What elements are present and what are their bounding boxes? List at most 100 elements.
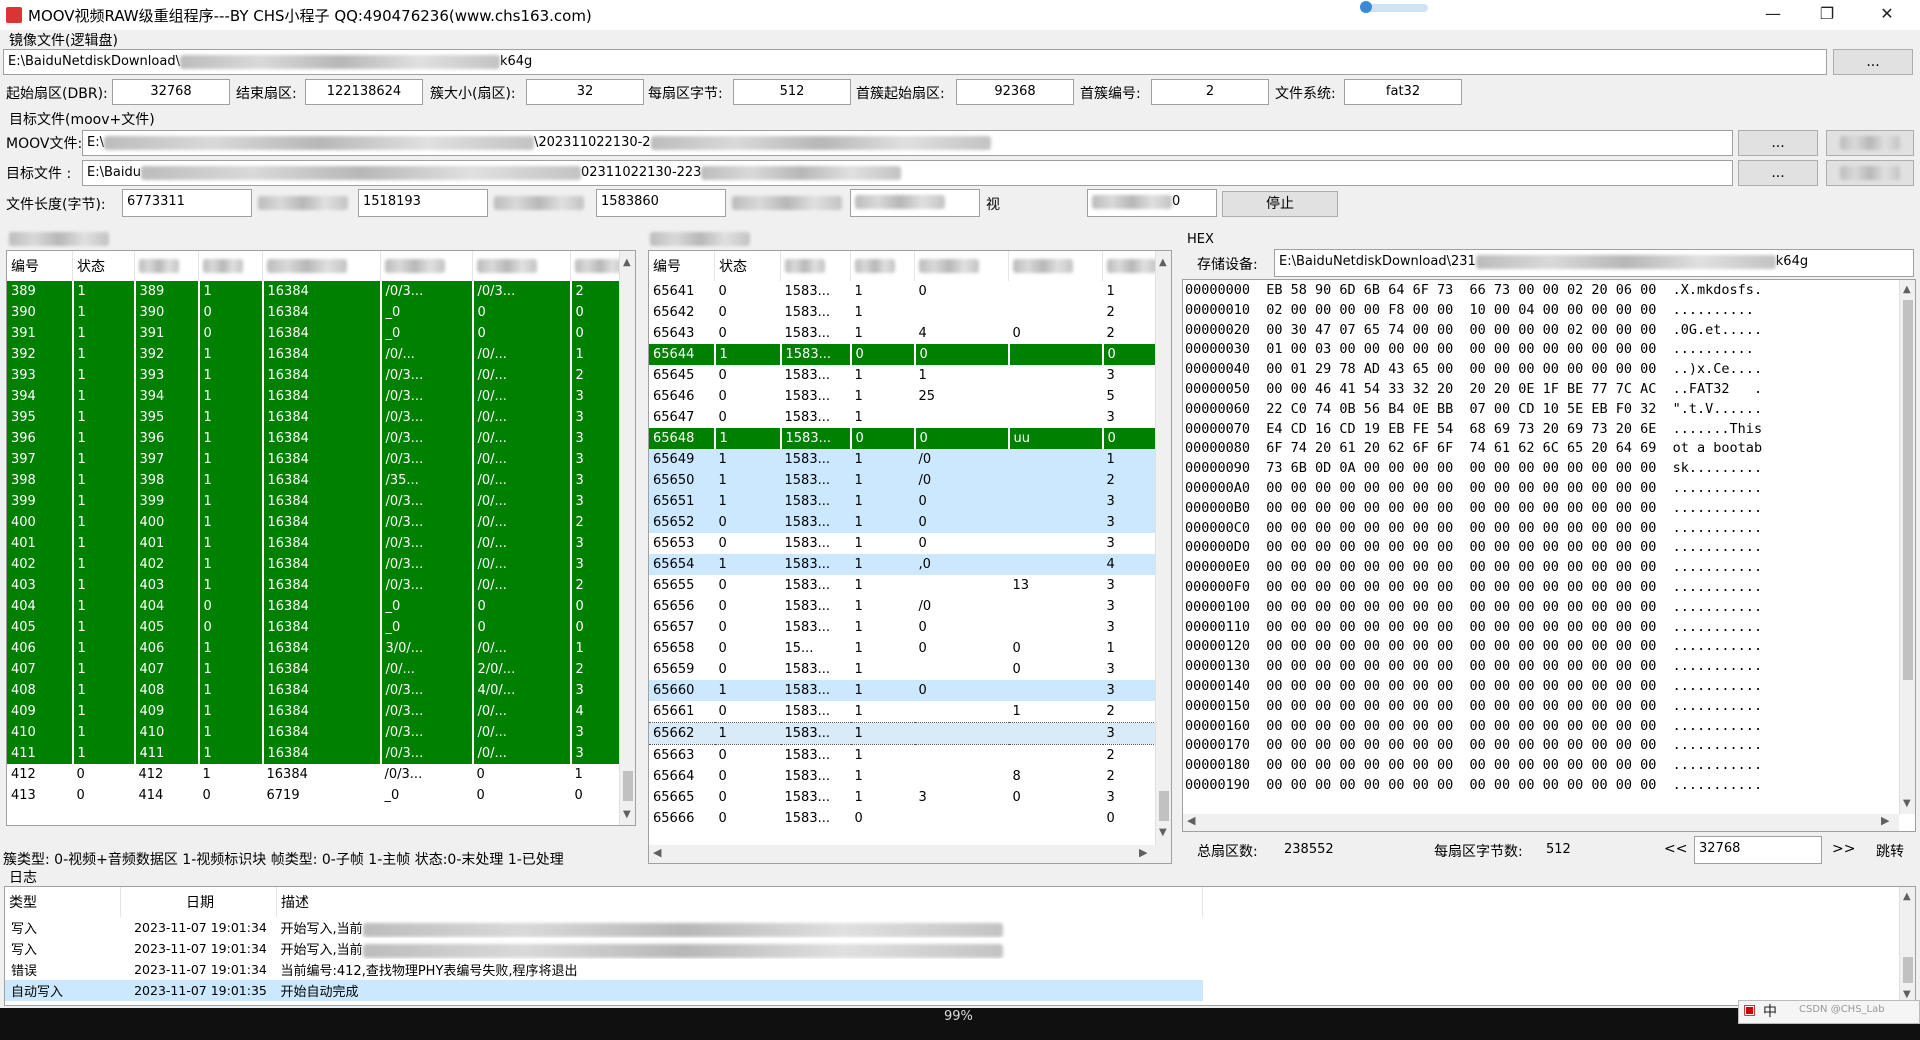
table-row[interactable]: 65646 0 1583... 1 25 5 (649, 386, 1170, 407)
maximize-button[interactable]: ❐ (1800, 0, 1854, 30)
table-row[interactable]: 389 1 389 1 16384/0/3.../0/3... 2 (7, 281, 635, 302)
scroll-right-icon[interactable]: ▶ (1881, 814, 1889, 827)
table-row[interactable]: 401 1 401 1 16384/0/3.../0/... 3 (7, 533, 635, 554)
left-table-vscroll[interactable]: ▲ ▼ (619, 251, 635, 825)
end-sector-field[interactable]: 122138624 (305, 79, 423, 105)
table-row[interactable]: 65657 0 1583... 1 0 3 (649, 617, 1170, 638)
table-row[interactable]: 408 1 408 1 16384/0/3... 4/0/... 3 (7, 680, 635, 701)
slider-knob[interactable] (1360, 1, 1372, 13)
table-row[interactable]: 65664 0 1583... 1 8 2 (649, 766, 1170, 787)
scroll-thumb[interactable] (1903, 300, 1913, 680)
hex-vscroll[interactable]: ▲ ▼ (1899, 280, 1915, 814)
moov-extra-button[interactable] (1826, 130, 1914, 156)
next-sector-button[interactable]: >> (1832, 841, 1855, 857)
table-row[interactable]: 65665 0 1583... 1 3 0 3 (649, 787, 1170, 808)
table-row[interactable]: 410 1 410 1 16384/0/3.../0/... 3 (7, 722, 635, 743)
table-row[interactable]: 406 1 406 1 16384 3/0/.../0/... 1 (7, 638, 635, 659)
moov-browse-button[interactable]: ... (1738, 130, 1818, 156)
table-row[interactable]: 405 1 405 0 16384 _0 0 0 (7, 617, 635, 638)
col-header-status[interactable]: 状态 (714, 251, 781, 281)
cluster-table[interactable]: 编号 状态 389 1 389 1 16384/0/3.../0/3... 2 390 1 39… (6, 250, 636, 826)
table-row[interactable]: 65649 1 1583... 1/0 1 (649, 449, 1170, 470)
log-row[interactable]: 自动写入 2023-11-07 19:01:35 开始自动完成 (5, 980, 1203, 1001)
scroll-thumb[interactable] (1159, 791, 1169, 821)
scroll-left-icon[interactable]: ◀ (653, 846, 661, 859)
jump-button[interactable]: 跳转 (1876, 841, 1904, 861)
table-row[interactable]: 65659 0 1583... 1 0 3 (649, 659, 1170, 680)
scroll-up-icon[interactable]: ▲ (1159, 257, 1167, 268)
table-row[interactable]: 396 1 396 1 16384/0/3.../0/... 3 (7, 428, 635, 449)
ime-toolbar[interactable]: ▣ 中 CSDN @CHS_Lab (1738, 1000, 1920, 1024)
dbr-field[interactable]: 32768 (112, 79, 230, 105)
cluster-size-field[interactable]: 32 (526, 79, 644, 105)
stop-button[interactable]: 停止 (1222, 191, 1338, 217)
sector-table[interactable]: 编号 状态 65641 0 1583... 1 0 1 65642 0 1583... 1 2 656… (648, 250, 1172, 864)
col-header-id[interactable]: 编号 (7, 251, 73, 281)
scroll-right-icon[interactable]: ▶ (1139, 846, 1147, 859)
table-row[interactable]: 413 0 414 0 6719 _0 0 0 (7, 785, 634, 806)
scroll-up-icon[interactable]: ▲ (1903, 284, 1911, 295)
image-browse-button[interactable]: ... (1833, 49, 1913, 75)
log-row[interactable]: 写入 2023-11-07 19:01:34 开始写入,当前 (5, 938, 1203, 959)
log-col-desc[interactable]: 描述 (276, 887, 1203, 917)
table-row[interactable]: 399 1 399 1 16384/0/3.../0/... 3 (7, 491, 635, 512)
col-header-3[interactable] (134, 251, 199, 281)
table-row[interactable]: 65647 0 1583... 1 3 (649, 407, 1170, 428)
col-header-5[interactable] (914, 251, 1009, 281)
log-vscroll[interactable]: ▲ ▼ (1899, 887, 1915, 1005)
target-extra-button[interactable] (1826, 160, 1914, 186)
ime-icon[interactable]: ▣ (1743, 1002, 1756, 1018)
scroll-down-icon[interactable]: ▼ (1903, 798, 1911, 809)
file-length-field[interactable]: 6773311 (122, 189, 252, 217)
table-row[interactable]: 65652 0 1583... 1 0 3 (649, 512, 1170, 533)
scroll-down-icon[interactable]: ▼ (1159, 827, 1167, 838)
table-row[interactable]: 411 1 411 1 16384/0/3.../0/... 3 (7, 743, 635, 764)
table-row[interactable]: 65651 1 1583... 1 0 3 (649, 491, 1170, 512)
ime-mode[interactable]: 中 (1763, 1001, 1777, 1021)
prev-sector-button[interactable]: << (1664, 841, 1687, 857)
mid-table-vscroll[interactable]: ▲ ▼ (1155, 251, 1171, 845)
table-row[interactable]: 65648 1 1583... 0 0 uu 0 (649, 428, 1171, 449)
table-row[interactable]: 65643 0 1583... 1 4 0 2 (649, 323, 1170, 344)
scroll-down-icon[interactable]: ▼ (623, 809, 631, 820)
col-header-3[interactable] (780, 251, 851, 281)
table-row[interactable]: 403 1 403 1 16384/0/3.../0/... 2 (7, 575, 635, 596)
col-header-5[interactable] (262, 251, 381, 281)
log-row[interactable]: 写入 2023-11-07 19:01:34 开始写入,当前 (5, 917, 1203, 938)
table-row[interactable]: 65656 0 1583... 1/0 3 (649, 596, 1170, 617)
table-row[interactable]: 65645 0 1583... 1 1 3 (649, 365, 1170, 386)
first-sector-field[interactable]: 92368 (956, 79, 1074, 105)
log-col-date[interactable]: 日期 (120, 887, 277, 917)
log-panel[interactable]: 类型 日期 描述 写入 2023-11-07 19:01:34 开始写入,当前 写入 2… (4, 886, 1916, 1006)
moov-file-field[interactable]: E:\ \202311022130-2 (82, 130, 1733, 156)
hex-dump[interactable]: 00000000 EB 58 90 6D 6B 64 6F 73 66 73 0… (1185, 281, 1897, 811)
bytes-per-sector-field[interactable]: 512 (733, 79, 851, 105)
table-row[interactable]: 397 1 397 1 16384/0/3.../0/... 3 (7, 449, 635, 470)
table-row[interactable]: 65642 0 1583... 1 2 (649, 302, 1170, 323)
mid-table-hscroll[interactable]: ◀ ▶ (649, 845, 1171, 863)
image-path-field[interactable]: E:\BaiduNetdiskDownload\ k64g (3, 49, 1827, 75)
table-row[interactable]: 65661 0 1583... 1 1 2 (649, 701, 1170, 723)
table-row[interactable]: 65666 0 1583... 0 0 (649, 808, 1170, 829)
table-row[interactable]: 393 1 393 1 16384/0/3.../0/... 2 (7, 365, 635, 386)
col-header-6[interactable] (1008, 251, 1103, 281)
value3-field[interactable]: 1583860 (596, 189, 726, 217)
scroll-left-icon[interactable]: ◀ (1187, 814, 1195, 827)
table-row[interactable]: 409 1 409 1 16384/0/3.../0/... 4 (7, 701, 635, 722)
table-row[interactable]: 390 1 390 0 16384 _0 0 0 (7, 302, 635, 323)
table-row[interactable]: 402 1 402 1 16384/0/3.../0/... 3 (7, 554, 635, 575)
table-row[interactable]: 394 1 394 1 16384/0/3.../0/... 3 (7, 386, 635, 407)
first-cluster-field[interactable]: 2 (1151, 79, 1269, 105)
table-row[interactable]: 65641 0 1583... 1 0 1 (649, 281, 1170, 302)
table-row[interactable]: 65655 0 1583... 1 13 3 (649, 575, 1170, 596)
table-row[interactable]: 407 1 407 1 16384/0/... 2/0/... 2 (7, 659, 635, 680)
scroll-thumb[interactable] (623, 771, 633, 801)
col-header-id[interactable]: 编号 (649, 251, 715, 281)
table-row[interactable]: 392 1 392 1 16384/0/.../0/... 1 (7, 344, 635, 365)
table-row[interactable]: 65663 0 1583... 1 2 (649, 745, 1170, 767)
value5-field[interactable]: 0 (1087, 189, 1217, 217)
minimize-button[interactable]: — (1746, 0, 1800, 30)
log-row[interactable]: 错误 2023-11-07 19:01:34 当前编号:412,查找物理PHY表编号… (5, 959, 1203, 980)
hex-viewer[interactable]: 00000000 EB 58 90 6D 6B 64 6F 73 66 73 0… (1182, 279, 1916, 832)
col-header-4[interactable] (198, 251, 263, 281)
